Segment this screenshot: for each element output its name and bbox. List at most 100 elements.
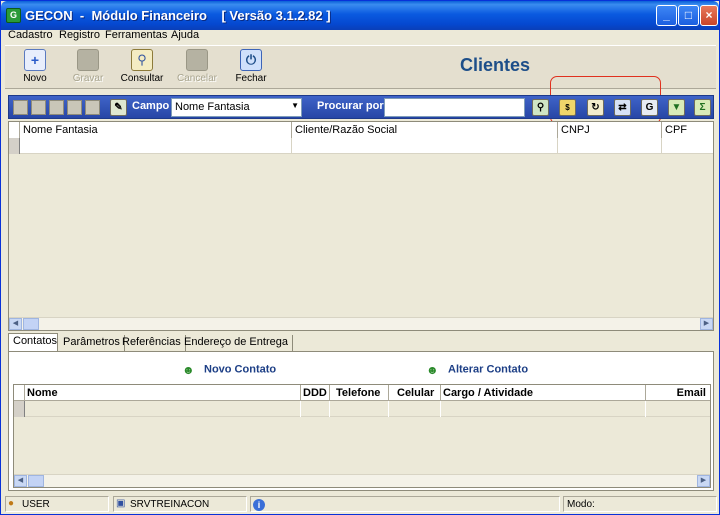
window-title: GECON - Módulo Financeiro [ Versão 3.1.2… [25,8,331,23]
menu-registro[interactable]: Registro [59,29,100,41]
col-cnpj[interactable]: CNPJ [557,122,661,138]
status-user-text: USER [22,499,50,510]
cancelar-label: Cancelar [176,73,218,84]
title-bar[interactable]: G GECON - Módulo Financeiro [ Versão 3.1… [1,1,719,30]
cell-divider [329,401,330,417]
status-mode: Modo: [563,496,717,512]
menu-ajuda[interactable]: Ajuda [171,29,199,41]
chevron-down-icon: ▼ [291,101,299,110]
page-title: Clientes [460,55,531,75]
alterar-contato-button[interactable]: ☻ Alterar Contato [426,363,529,377]
power-icon: ⏻ [240,49,262,71]
col-cpf[interactable]: CPF [661,122,713,138]
scroll-right-icon[interactable]: ▶ [697,475,710,487]
cancelar-button[interactable]: Cancelar [171,49,223,89]
tab-referencias[interactable]: Referências [118,335,186,351]
cell-divider [645,401,646,417]
menu-ferramentas[interactable]: Ferramentas [105,29,167,41]
close-button[interactable]: × [700,5,718,26]
filter-icon[interactable]: ▼ [668,99,685,116]
col-razao-social[interactable]: Cliente/Razão Social [291,122,557,138]
find-icon[interactable]: ⚲ [532,99,549,116]
main-window: G GECON - Módulo Financeiro [ Versão 3.1… [0,0,720,515]
status-info: i [250,496,560,512]
col-nome[interactable]: Nome [24,385,300,401]
edit-contact-icon: ☻ [426,363,439,377]
contacts-grid[interactable]: Nome DDD Telefone Celular Cargo / Ativid… [13,384,711,488]
tab-contatos[interactable]: Contatos [8,333,58,351]
save-icon [77,49,99,71]
col-cargo[interactable]: Cargo / Atividade [440,385,645,401]
fechar-button[interactable]: ⏻ Fechar [225,49,277,89]
status-user: ● USER [5,496,109,512]
novo-button[interactable]: + Novo [9,49,61,89]
scroll-left-icon[interactable]: ◀ [9,318,22,330]
minimize-button[interactable]: _ [656,5,677,26]
novo-contato-label: Novo Contato [204,363,277,376]
status-mode-label: Modo: [567,499,595,510]
table-row[interactable] [9,138,713,154]
search-icon: ⚲ [131,49,153,71]
refresh-icon[interactable]: ↻ [587,99,604,116]
row-indicator [9,138,20,154]
sfc-icon[interactable]: $ [559,99,576,116]
nav-first-button[interactable] [13,100,28,115]
user-icon: ● [8,498,15,509]
novo-label: Novo [23,73,47,84]
col-ddd[interactable]: DDD [300,385,329,401]
tab-endereco-entrega[interactable]: Endereço de Entrega [180,335,293,351]
scroll-right-icon[interactable]: ▶ [700,318,713,330]
consultar-button[interactable]: ⚲ Consultar [116,49,168,89]
table-row[interactable] [14,401,710,417]
fechar-label: Fechar [235,73,267,84]
computer-icon: ▣ [116,498,126,509]
nav-next-button[interactable] [49,100,64,115]
tab-parametros[interactable]: Parâmetros [59,335,125,351]
novo-contato-button[interactable]: ☻ Novo Contato [182,363,277,377]
nav-last-button[interactable] [67,100,82,115]
horizontal-scrollbar[interactable]: ◀ ▶ [9,317,713,330]
transfer-icon[interactable]: ⇄ [614,99,631,116]
contacts-grid-header: Nome DDD Telefone Celular Cargo / Ativid… [14,385,710,401]
cell-divider [557,138,558,154]
edit-icon[interactable]: ✎ [110,99,127,116]
clients-grid[interactable]: Nome Fantasia Cliente/Razão Social CNPJ … [8,121,714,331]
add-contact-icon: ☻ [182,363,195,377]
campo-label: Campo [132,100,170,112]
scroll-left-icon[interactable]: ◀ [14,475,27,487]
gravar-button[interactable]: Gravar [62,49,114,89]
info-icon: i [253,499,265,511]
col-email[interactable]: Email [645,385,710,401]
contacts-panel: ☻ Novo Contato ☻ Alterar Contato Nome DDD … [8,351,714,491]
alterar-contato-label: Alterar Contato [448,363,529,376]
cell-divider [300,401,301,417]
nav-refresh-button[interactable] [85,100,100,115]
grid-header: Nome Fantasia Cliente/Razão Social CNPJ … [9,122,713,138]
scroll-thumb[interactable] [23,318,39,330]
status-bar: ● USER ▣ SRVTREINACON i Modo: [3,495,717,513]
sum-icon[interactable]: Σ [694,99,711,116]
row-indicator [14,401,25,417]
status-server-text: SRVTREINACON [130,499,210,510]
scroll-thumb[interactable] [28,475,44,487]
row-indicator-header [9,122,19,138]
cell-divider [388,401,389,417]
tab-strip: Contatos Parâmetros Referências Endereço… [8,333,714,351]
horizontal-scrollbar[interactable]: ◀ ▶ [14,474,710,487]
status-server: ▣ SRVTREINACON [113,496,247,512]
menu-cadastro[interactable]: Cadastro [8,29,53,41]
g-icon[interactable]: G [641,99,658,116]
col-celular[interactable]: Celular [388,385,440,401]
nav-prev-button[interactable] [31,100,46,115]
maximize-button[interactable]: □ [678,5,699,26]
row-indicator-header [14,385,24,401]
col-telefone[interactable]: Telefone [329,385,388,401]
campo-select[interactable]: Nome Fantasia ▼ [171,98,302,117]
search-input[interactable] [384,98,525,117]
col-nome-fantasia[interactable]: Nome Fantasia [19,122,291,138]
cell-divider [661,138,662,154]
search-bar: ✎ Campo Nome Fantasia ▼ Procurar por ⚲ $… [8,95,714,119]
consultar-label: Consultar [120,73,164,84]
campo-value: Nome Fantasia [175,101,250,113]
gravar-label: Gravar [72,73,104,84]
